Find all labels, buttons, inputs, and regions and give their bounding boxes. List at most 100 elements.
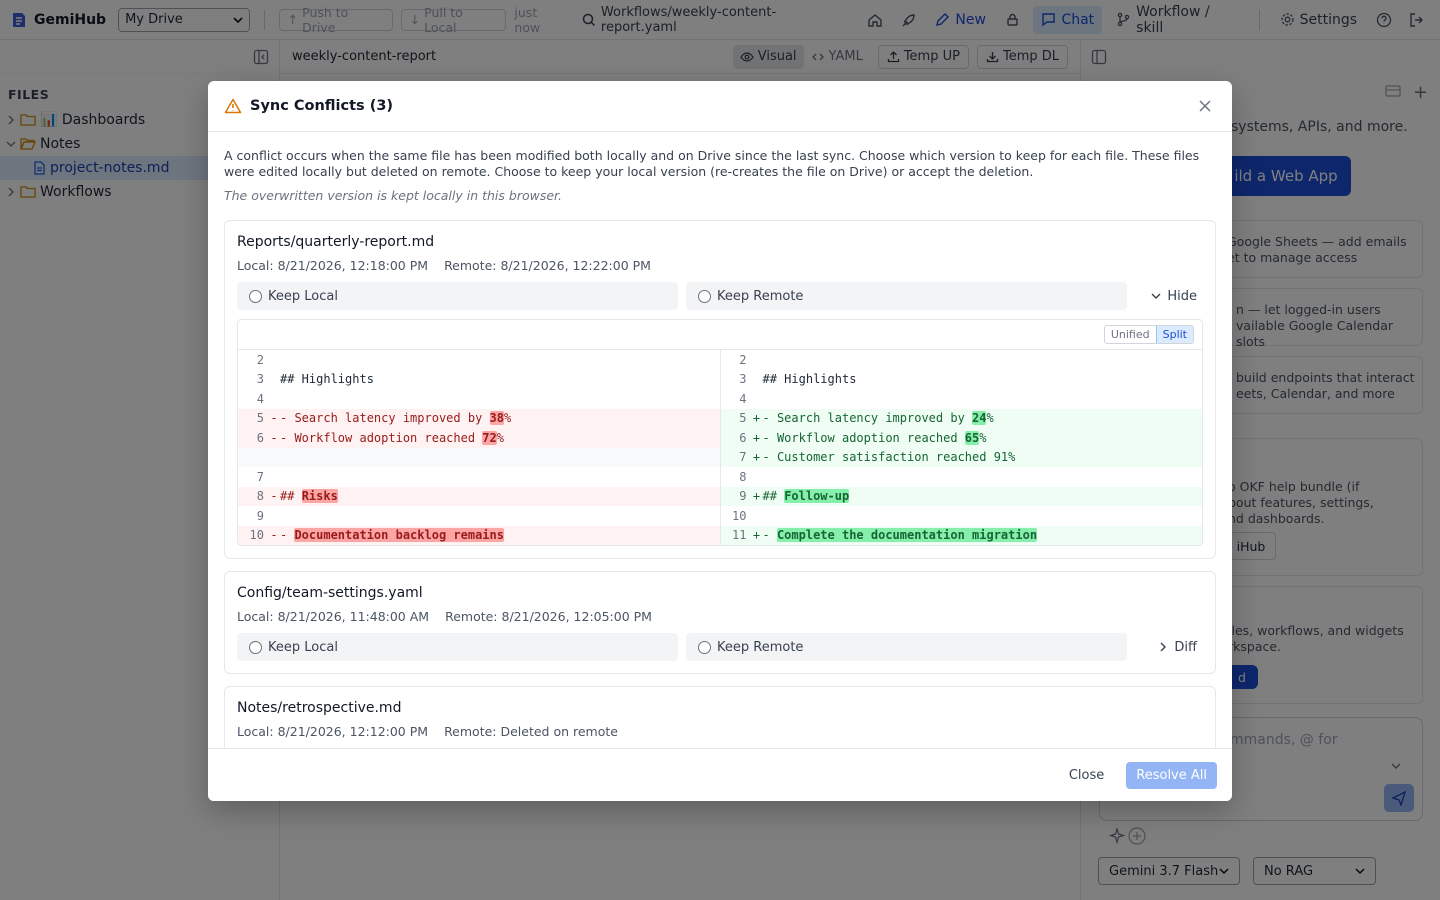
chevron-right-icon xyxy=(1158,642,1168,652)
diff-line: 11 + - Complete the documentation migratio… xyxy=(720,525,1202,545)
diff-columns: 2 3 ## Highlights 4 5- - Search latency impro… xyxy=(238,350,1202,545)
diff-line-number: 9 xyxy=(739,489,747,504)
keep-local-option[interactable]: Keep Local xyxy=(237,282,678,310)
dialog-title: Sync Conflicts (3) xyxy=(250,98,394,114)
diff-line: 8 xyxy=(721,467,1203,487)
diff-text-highlight: Follow-up xyxy=(784,489,850,504)
close-button[interactable]: Close xyxy=(1059,762,1114,789)
diff-line-number: 7 xyxy=(256,469,264,484)
diff-line-number: 5 xyxy=(256,411,264,426)
diff-text-highlight: Documentation backlog remains xyxy=(294,528,504,543)
diff-line-text: - Search latency improved by 38% xyxy=(280,411,512,426)
unified-button[interactable]: Unified xyxy=(1105,326,1156,343)
diff-line-number: 2 xyxy=(256,352,264,367)
diff-line: 5-- Search latency improved by 38% xyxy=(238,408,720,428)
diff-text-plain: % xyxy=(979,430,987,445)
diff-text-plain: - Customer satisfaction reached 91% xyxy=(762,450,1016,465)
keep-local-label: Keep Local xyxy=(268,639,338,655)
diff-sign: - xyxy=(270,430,278,445)
keep-local-label: Keep Local xyxy=(268,288,338,304)
conflict-remote-time: Remote: Deleted on remote xyxy=(444,724,618,739)
diff-line: 5 + - Search latency improved by 24% xyxy=(720,408,1202,428)
diff-line: 9 xyxy=(238,506,720,526)
hide-label: Hide xyxy=(1167,288,1197,304)
diff-text-highlight: 38 xyxy=(489,411,504,426)
diff-line: 6 + - Workflow adoption reached 65% xyxy=(720,428,1202,448)
diff-line-number: 9 xyxy=(256,508,264,523)
keep-remote-label: Keep Remote xyxy=(717,639,804,655)
diff-label: Diff xyxy=(1174,639,1197,655)
diff-sign: + xyxy=(752,411,761,426)
diff-line: 10- - Documentation backlog remains xyxy=(238,525,720,545)
diff-line-text: - Documentation backlog remains xyxy=(280,528,504,543)
show-diff-button[interactable]: Diff xyxy=(1135,640,1203,655)
keep-remote-option[interactable]: Keep Remote xyxy=(686,282,1127,310)
diff-line: 9 + ## Follow-up xyxy=(720,486,1202,506)
resolve-all-button[interactable]: Resolve All xyxy=(1126,761,1217,789)
dialog-header: Sync Conflicts (3) xyxy=(208,81,1232,132)
diff-text-plain: ## Highlights xyxy=(280,372,374,387)
diff-sign: + xyxy=(752,489,761,504)
conflict-local-time: Local: 8/21/2026, 12:18:00 PM xyxy=(237,258,429,273)
conflict-meta: Local: 8/21/2026, 12:12:00 PM Remote: De… xyxy=(237,724,1203,739)
diff-text-plain: - Search latency improved by xyxy=(762,411,973,426)
conflict-actions: Keep Local Keep Remote Diff xyxy=(237,633,1203,661)
hide-diff-button[interactable]: Hide xyxy=(1135,289,1203,304)
diff-line-number: 7 xyxy=(739,450,747,465)
diff-line: 3 ## Highlights xyxy=(238,370,720,390)
dialog-body[interactable]: A conflict occurs when the same file has… xyxy=(208,133,1232,748)
diff-line: 3 ## Highlights xyxy=(721,370,1203,390)
keep-remote-option[interactable]: Keep Remote xyxy=(686,633,1127,661)
diff-line-number: 4 xyxy=(256,391,264,406)
diff-line-number: 3 xyxy=(739,372,747,387)
diff-text-plain: - xyxy=(280,528,295,543)
diff-line-number: 8 xyxy=(256,489,264,504)
diff-line-number: 2 xyxy=(739,352,747,367)
dialog-note: The overwritten version is kept locally … xyxy=(224,188,563,203)
conflict-meta: Local: 8/21/2026, 11:48:00 AM Remote: 8/… xyxy=(237,609,1203,624)
diff-line-number: 3 xyxy=(256,372,264,387)
diff-line-text: ## Follow-up xyxy=(762,489,850,504)
conflict-remote-time: Remote: 8/21/2026, 12:22:00 PM xyxy=(444,258,651,273)
diff-text-plain: ## xyxy=(762,489,785,504)
keep-local-option[interactable]: Keep Local xyxy=(237,633,678,661)
diff-sign: + xyxy=(752,450,761,465)
radio-button[interactable] xyxy=(698,289,711,303)
diff-text-highlight: 72 xyxy=(482,430,497,445)
radio-button[interactable] xyxy=(249,640,262,654)
diff-text-plain: - xyxy=(762,528,777,543)
diff-line-number: 5 xyxy=(739,411,747,426)
diff-text-plain: % xyxy=(496,430,504,445)
diff-line: 4 xyxy=(238,389,720,409)
split-button[interactable]: Split xyxy=(1155,326,1193,343)
diff-text-plain: - Workflow adoption reached xyxy=(762,430,965,445)
diff-sign: - xyxy=(270,528,278,543)
diff-text-highlight: Complete the documentation migration xyxy=(776,528,1038,543)
diff-sign: + xyxy=(752,430,761,445)
diff-local-column: 2 3 ## Highlights 4 5- - Search latency impro… xyxy=(238,350,720,545)
diff-line-text: - Workflow adoption reached 72% xyxy=(280,430,504,445)
diff-line-text: - Workflow adoption reached 65% xyxy=(762,430,987,445)
conflict-local-time: Local: 8/21/2026, 11:48:00 AM xyxy=(237,609,430,624)
diff-line-text: - Customer satisfaction reached 91% xyxy=(763,450,1016,464)
radio-button[interactable] xyxy=(698,640,711,654)
diff-line xyxy=(238,447,720,467)
conflict-file-name: Config/team-settings.yaml xyxy=(237,585,423,601)
diff-text-plain: % xyxy=(503,411,512,426)
diff-line-text: - Search latency improved by 24% xyxy=(762,411,994,426)
diff-text-plain: % xyxy=(986,411,994,426)
diff-sign: - xyxy=(270,411,278,426)
diff-text-plain: - Search latency improved by xyxy=(280,411,490,426)
diff-line-number: 6 xyxy=(256,430,264,445)
diff-line-text: ## Highlights xyxy=(280,372,374,386)
diff-line: 4 xyxy=(721,389,1203,409)
chevron-down-icon xyxy=(1151,291,1161,301)
conflict-actions: Keep Local Keep Remote Hide xyxy=(237,282,1203,310)
diff-mode-toggle: Unified Split xyxy=(1103,325,1194,344)
diff-text-plain: ## Highlights xyxy=(762,372,857,387)
conflict-file-name: Notes/retrospective.md xyxy=(237,700,402,716)
radio-button[interactable] xyxy=(249,289,262,303)
diff-line-number: 4 xyxy=(739,391,747,406)
close-icon[interactable] xyxy=(1194,95,1216,117)
diff-line: 2 xyxy=(238,350,720,370)
